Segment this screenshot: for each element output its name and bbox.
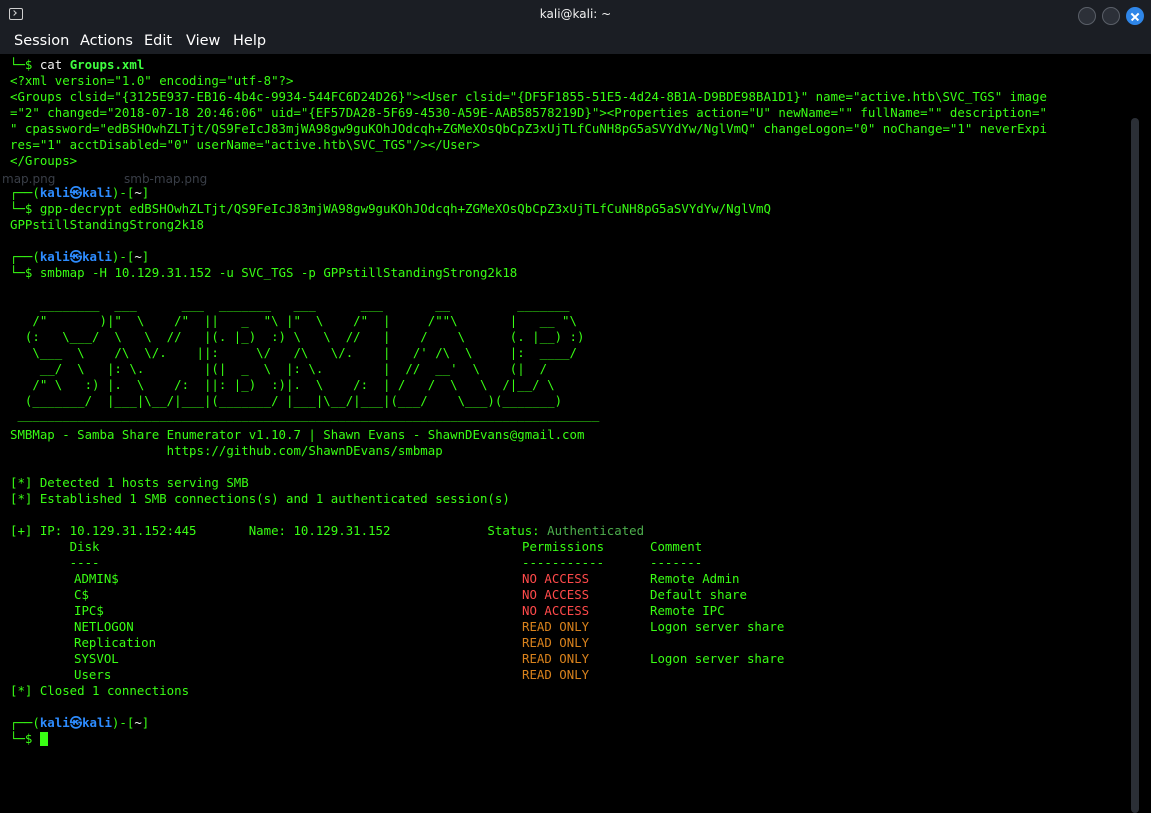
ghost-file-1: map.png	[2, 172, 56, 186]
share-disk: SYSVOL	[74, 651, 119, 666]
table-row: IPC$ NO ACCESS Remote IPC	[10, 603, 725, 619]
xml-line-5: res="1" acctDisabled="0" userName="activ…	[10, 137, 480, 152]
established-line: [*] Established 1 SMB connections(s) and…	[10, 491, 510, 506]
menu-help[interactable]: Help	[233, 33, 266, 49]
share-permission: NO ACCESS	[522, 571, 590, 586]
ghost-file-2: smb-map.png	[124, 172, 208, 186]
banner-line-2: /" )|" \ /" || _ "\ |" \ /" | /""\ | __ …	[10, 313, 577, 328]
detected-line: [*] Detected 1 hosts serving SMB	[10, 475, 249, 490]
table-row: SYSVOL READ ONLY Logon server share	[10, 651, 784, 667]
command-line-4[interactable]: └─$	[10, 731, 48, 747]
share-disk: Replication	[74, 635, 157, 650]
smbmap-info-1: SMBMap - Samba Share Enumerator v1.10.7 …	[10, 427, 585, 442]
minimize-button[interactable]	[1078, 7, 1096, 25]
share-permission: READ ONLY	[522, 667, 590, 682]
share-permission: READ ONLY	[522, 635, 590, 650]
banner-line-6: /" \ :) |. \ /: ||: |_) :)|. \ /: | / / …	[10, 377, 555, 392]
share-disk: ADMIN$	[74, 571, 119, 586]
command-line-2: └─$ gpp-decrypt edBSHOwhZLTjt/QS9FeIcJ83…	[10, 201, 771, 216]
prompt-header-2: ┌──(kali㉿kali)-[~]	[10, 185, 150, 200]
table-row: Users READ ONLY	[10, 667, 589, 683]
menu-view[interactable]: View	[186, 33, 220, 49]
share-comment: Default share	[650, 587, 747, 602]
menu-session[interactable]: Session	[14, 33, 69, 49]
table-row: Replication READ ONLY	[10, 635, 589, 651]
banner-line-1: ________ ___ ___ _______ ___ ___ __ ____…	[10, 297, 570, 312]
share-permission: READ ONLY	[522, 619, 590, 634]
share-disk: IPC$	[74, 603, 104, 618]
share-disk: Users	[74, 667, 112, 682]
table-row: ADMIN$ NO ACCESS Remote Admin	[10, 571, 740, 587]
table-row: NETLOGON READ ONLY Logon server share	[10, 619, 784, 635]
smbmap-info-2: https://github.com/ShawnDEvans/smbmap	[10, 443, 443, 458]
window-title: kali@kali: ~	[539, 7, 612, 21]
xml-line-1: <?xml version="1.0" encoding="utf-8"?>	[10, 73, 294, 88]
terminal-output[interactable]: map.png smb-map.png └─$ cat Groups.xml <…	[0, 54, 1151, 813]
command-line-3: └─$ smbmap -H 10.129.31.152 -u SVC_TGS -…	[10, 265, 518, 280]
shares-header-underline: ---- ----------- -------	[10, 555, 703, 570]
ip-status-line: [+] IP: 10.129.31.152:445 Name: 10.129.3…	[10, 523, 645, 538]
shares-header: Disk Permissions Comment	[10, 539, 703, 554]
share-permission: READ ONLY	[522, 651, 590, 666]
banner-rule: ________________________________________…	[10, 407, 600, 422]
banner-line-3: (: \___/ \ \ // |(. |_) :) \ \ // | / \ …	[10, 329, 585, 344]
close-button[interactable]	[1126, 7, 1144, 25]
title-bar: kali@kali: ~	[0, 0, 1151, 31]
closed-line: [*] Closed 1 connections	[10, 683, 190, 698]
decrypt-output: GPPstillStandingStrong2k18	[10, 217, 204, 232]
menu-bar: Session Actions Edit View Help	[0, 31, 1151, 54]
share-disk: C$	[74, 587, 89, 602]
command-line-1: └─$ cat Groups.xml	[10, 57, 145, 72]
share-permission: NO ACCESS	[522, 587, 590, 602]
table-row: C$ NO ACCESS Default share	[10, 587, 747, 603]
banner-line-4: \___ \ /\ \/. ||: \/ /\ \/. | /' /\ \ |:…	[10, 345, 577, 360]
share-comment: Remote IPC	[650, 603, 725, 618]
text-cursor	[39, 732, 48, 746]
scrollbar[interactable]	[1131, 118, 1139, 813]
menu-actions[interactable]: Actions	[80, 33, 133, 49]
xml-line-6: </Groups>	[10, 153, 78, 168]
menu-edit[interactable]: Edit	[144, 33, 172, 49]
share-permission: NO ACCESS	[522, 603, 590, 618]
prompt-header-4: ┌──(kali㉿kali)-[~]	[10, 715, 150, 730]
banner-line-5: __/ \ |: \. |(| _ \ |: \. | // __' \ (| …	[10, 361, 548, 376]
xml-line-2: <Groups clsid="{3125E937-EB16-4b4c-9934-…	[10, 89, 1047, 104]
share-comment: Logon server share	[650, 619, 785, 634]
prompt-header-3: ┌──(kali㉿kali)-[~]	[10, 249, 150, 264]
xml-line-3: ="2" changed="2018-07-18 20:46:06" uid="…	[10, 105, 1047, 120]
share-disk: NETLOGON	[74, 619, 134, 634]
share-comment: Logon server share	[650, 651, 785, 666]
share-comment: Remote Admin	[650, 571, 740, 586]
maximize-button[interactable]	[1102, 7, 1120, 25]
xml-line-4: " cpassword="edBSHOwhZLTjt/QS9FeIcJ83mjW…	[10, 121, 1047, 136]
